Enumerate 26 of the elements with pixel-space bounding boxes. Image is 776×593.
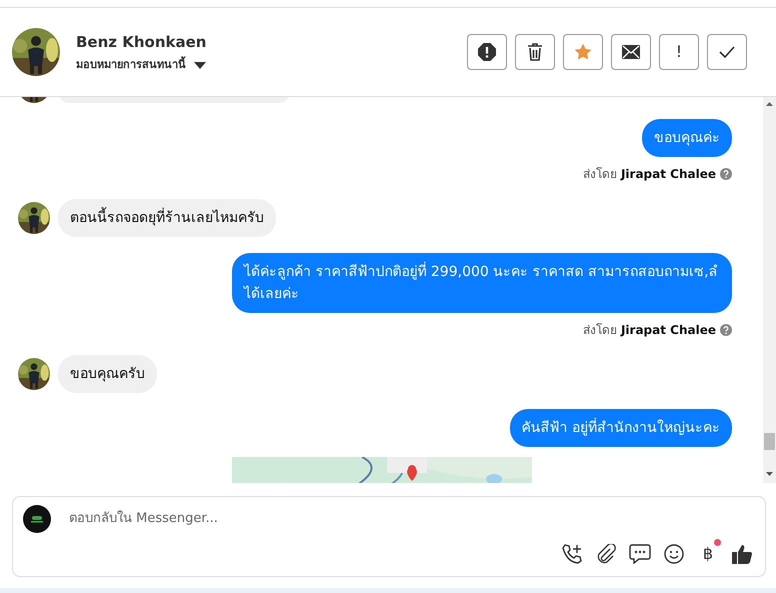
done-button[interactable] [707, 34, 747, 70]
mail-button[interactable] [611, 34, 651, 70]
currency-button[interactable]: ฿ [695, 541, 721, 567]
message-bubble: ได้ค่ะลูกค้า ราคาสีฟ้าปกติอยู่ที่ 299,000 นะคะ ราคาสด สามารถสอบถามเซ,ลํได้เลยค่ะ [232, 253, 732, 313]
checkmark-icon [719, 46, 735, 58]
mail-icon [622, 45, 640, 59]
spam-button[interactable] [467, 34, 507, 70]
delete-button[interactable] [515, 34, 555, 70]
delete-icon [527, 43, 543, 61]
scrollbar[interactable] [763, 97, 776, 483]
help-icon [720, 324, 732, 336]
alert-button[interactable]: ! [659, 34, 699, 70]
sent-by-text: ส่งโดย Jirapat Chalee [583, 166, 716, 183]
spam-icon [478, 43, 496, 61]
contact-name: Benz Khonkaen [76, 32, 208, 52]
message-input[interactable]: ตอบกลับใน Messenger... [67, 508, 755, 530]
help-icon [720, 168, 732, 180]
message-bubble: ตอนนี้รถจอดยุที่ร้านเลยไหมครับ [58, 199, 276, 237]
message-bubble: คันสีฟ้า อยู่ที่สำนักงานใหญ่นะคะ [510, 409, 732, 447]
message-bubble: ขอบคุณค่ะ [642, 119, 732, 157]
star-button[interactable] [563, 34, 603, 70]
sent-by-text: ส่งโดย Jirapat Chalee [583, 322, 716, 339]
caret-icon[interactable] [194, 62, 206, 69]
message-bubble: ขอบคุณครับ [58, 355, 157, 393]
assign-dropdown[interactable]: มอบหมายการสนทนานี้ [76, 57, 186, 74]
logo-icon [23, 505, 51, 533]
